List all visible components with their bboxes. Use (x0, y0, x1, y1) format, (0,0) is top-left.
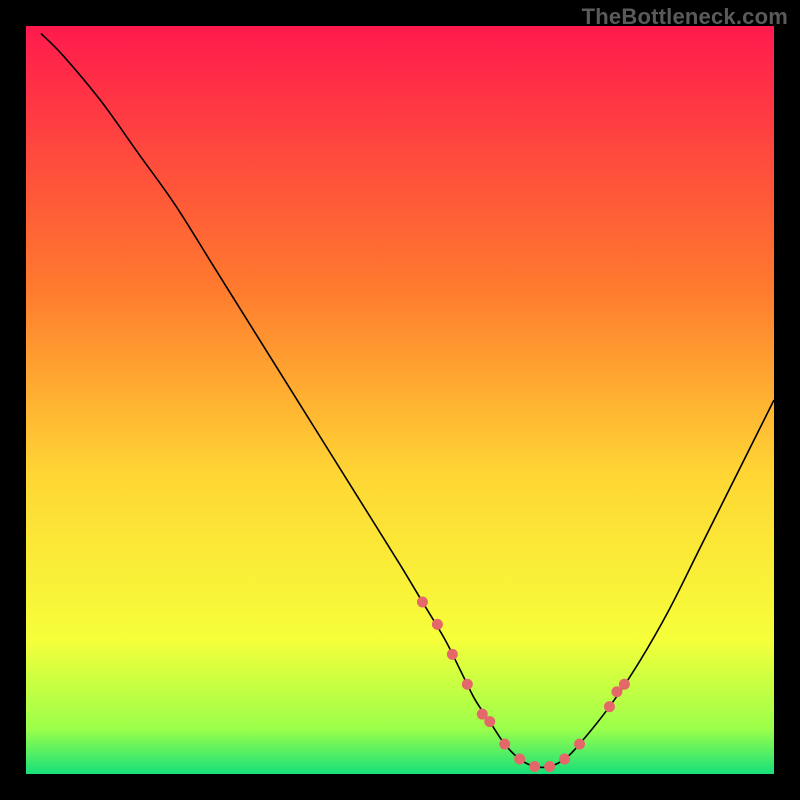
highlight-point (559, 754, 570, 765)
highlight-point (604, 701, 615, 712)
highlight-point (499, 739, 510, 750)
chart-background (26, 26, 774, 774)
chart-svg (26, 26, 774, 774)
chart-frame: TheBottleneck.com (0, 0, 800, 800)
highlight-point (619, 679, 630, 690)
highlight-point (447, 649, 458, 660)
highlight-point (417, 596, 428, 607)
highlight-point (432, 619, 443, 630)
highlight-point (514, 754, 525, 765)
highlight-point (484, 716, 495, 727)
chart-plot-area (26, 26, 774, 774)
highlight-point (544, 761, 555, 772)
highlight-point (529, 761, 540, 772)
highlight-point (574, 739, 585, 750)
highlight-point (462, 679, 473, 690)
